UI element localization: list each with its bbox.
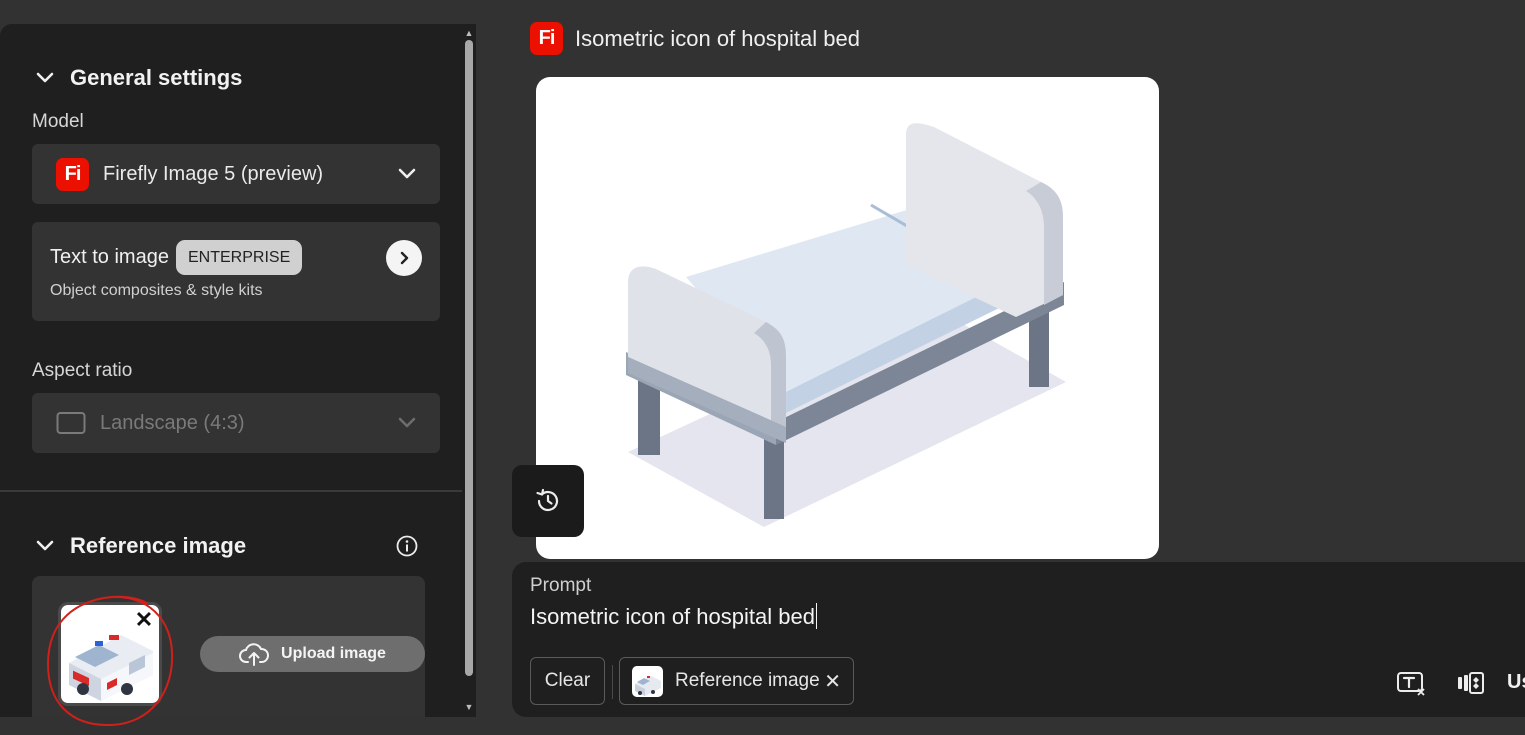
generated-image[interactable] [536, 77, 1159, 559]
section-divider [0, 490, 462, 492]
scroll-thumb[interactable] [465, 40, 473, 676]
model-label: Model [32, 111, 84, 132]
reference-chip-label: Reference image [675, 670, 820, 691]
text-to-image-card[interactable]: Text to image ENTERPRISE Object composit… [32, 222, 440, 321]
style-reference-icon[interactable] [1456, 670, 1486, 696]
general-settings-title: General settings [70, 65, 243, 90]
truncated-button-label[interactable]: Us [1507, 671, 1525, 694]
reference-image-title: Reference image [70, 533, 247, 558]
prompt-label: Prompt [530, 575, 592, 596]
model-select[interactable]: Fi Firefly Image 5 (preview) [32, 144, 440, 204]
toolbar-separator [612, 665, 613, 699]
text-to-image-title: Text to image [50, 246, 169, 268]
prompt-panel: Prompt Isometric icon of hospital bed Cl… [512, 562, 1525, 717]
ambulance-image [635, 675, 661, 696]
hospital-bed-image [626, 123, 1066, 527]
firefly-logo-icon: Fi [56, 157, 89, 191]
remove-reference-button[interactable]: ✕ [133, 609, 155, 631]
open-text-to-image-button[interactable] [386, 240, 422, 276]
reference-image-card: ✕ Upload image [32, 576, 425, 717]
landscape-icon [56, 412, 86, 434]
chevron-right-icon [400, 251, 409, 265]
upload-cloud-icon [239, 643, 270, 666]
upload-image-button[interactable]: Upload image [200, 636, 425, 672]
info-icon[interactable] [396, 535, 418, 557]
clear-button[interactable]: Clear [530, 657, 605, 705]
history-button[interactable] [512, 465, 584, 537]
reference-image-header[interactable]: Reference image [32, 533, 246, 559]
aspect-ratio-select[interactable]: Landscape (4:3) [32, 393, 440, 453]
prompt-value: Isometric icon of hospital bed [530, 604, 815, 629]
firefly-logo-icon: Fi [530, 22, 563, 55]
aspect-ratio-value: Landscape (4:3) [100, 411, 245, 434]
settings-panel: General settings Model Fi Firefly Image … [0, 24, 462, 717]
chevron-down-icon [398, 168, 416, 179]
text-to-image-subtitle: Object composites & style kits [50, 282, 263, 299]
text-effects-icon[interactable] [1396, 670, 1426, 696]
chevron-down-icon [36, 72, 54, 83]
chevron-down-icon [36, 540, 54, 551]
generation-header: Fi Isometric icon of hospital bed [530, 22, 860, 55]
reference-thumbnail[interactable]: ✕ [58, 602, 162, 706]
prompt-input[interactable]: Isometric icon of hospital bed [530, 603, 817, 630]
remove-chip-button[interactable]: ✕ [824, 669, 841, 694]
scroll-down-arrow[interactable]: ▼ [464, 702, 474, 712]
aspect-ratio-label: Aspect ratio [32, 360, 133, 381]
upload-image-label: Upload image [281, 645, 386, 662]
enterprise-badge: ENTERPRISE [176, 240, 303, 275]
general-settings-header[interactable]: General settings [32, 65, 242, 91]
chevron-down-icon [398, 417, 416, 428]
firefly-app: General settings Model Fi Firefly Image … [0, 0, 1525, 735]
model-value: Firefly Image 5 (preview) [103, 162, 324, 185]
panel-scrollbar[interactable]: ▲ ▼ [462, 24, 476, 717]
chip-thumbnail [632, 665, 663, 697]
scroll-up-arrow[interactable]: ▲ [464, 28, 474, 38]
text-caret [815, 603, 817, 629]
reference-image-chip[interactable]: Reference image ✕ [619, 657, 854, 705]
generation-title: Isometric icon of hospital bed [575, 25, 860, 51]
history-icon [536, 488, 559, 512]
